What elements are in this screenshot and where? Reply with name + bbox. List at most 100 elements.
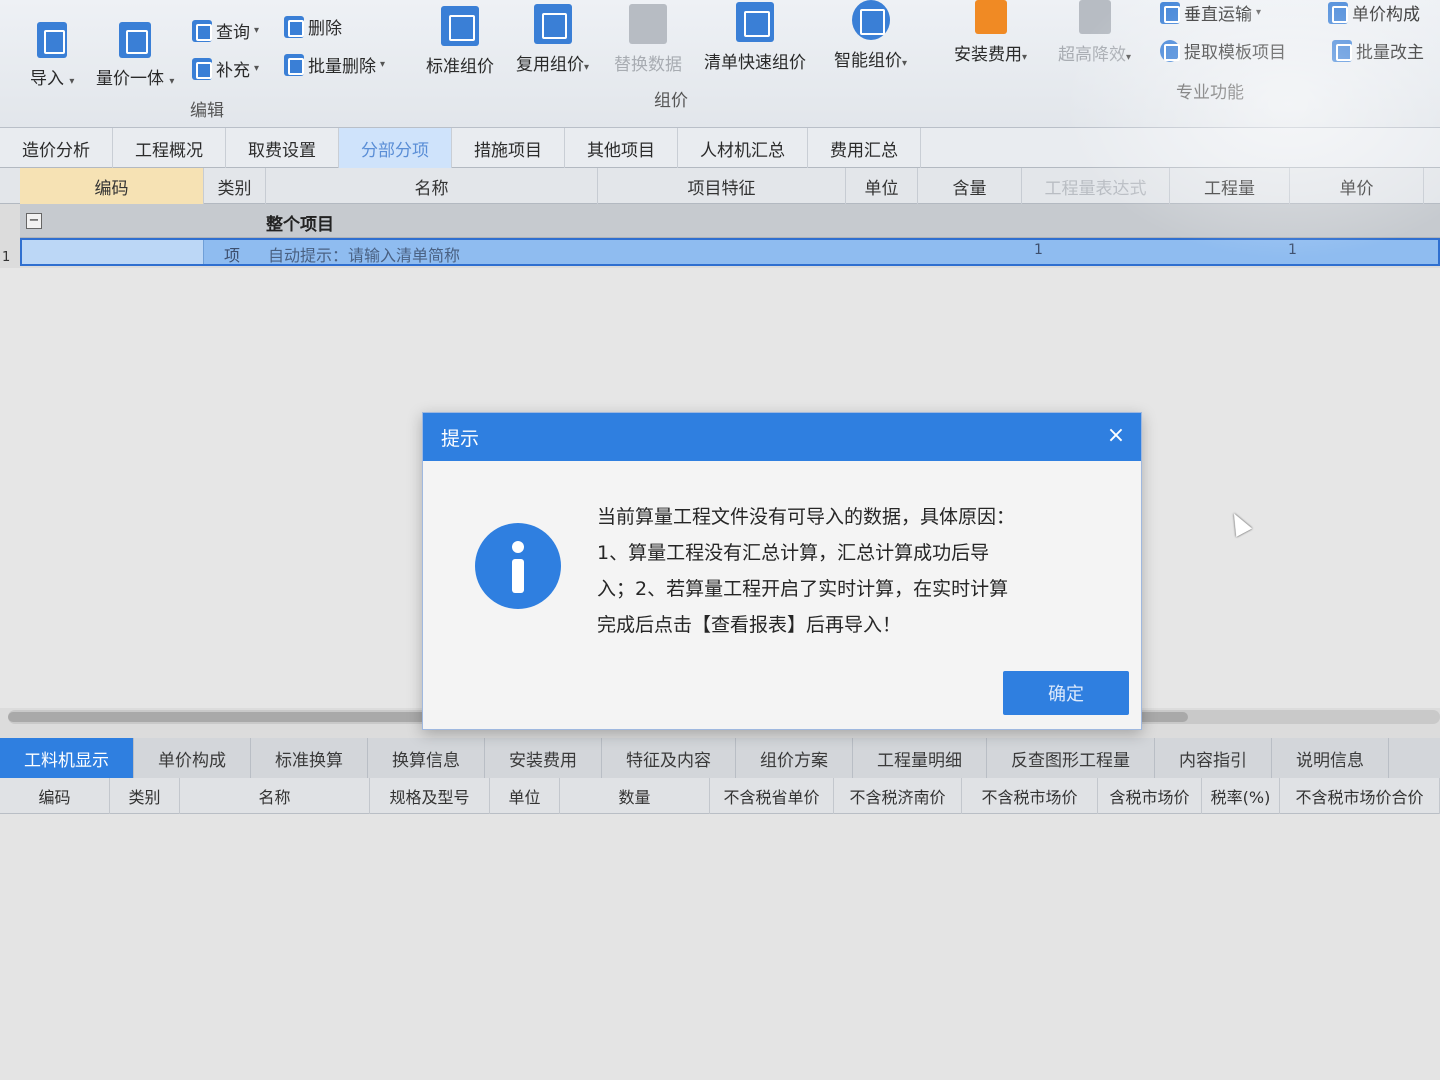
detail-grid-header: 编码 类别 名称 规格及型号 单位 数量 不含税省单价 不含税济南价 不含税市场… (0, 778, 1440, 814)
col-header-name[interactable]: 名称 (266, 168, 598, 204)
tab-features-content[interactable]: 特征及内容 (602, 738, 736, 778)
tab-install-fee[interactable]: 安装费用 (485, 738, 602, 778)
batch-delete-icon (284, 53, 304, 76)
dialog-message-line: 完成后点击【查看报表】后再导入！ (597, 614, 902, 636)
tab-unit-price-comp[interactable]: 单价构成 (134, 738, 251, 778)
col-header-price[interactable]: 单价 (1290, 168, 1424, 204)
dialog-message: 当前算量工程文件没有可导入的数据，具体原因： 1、算量工程没有汇总计算，汇总计算… (597, 499, 1087, 643)
import-icon (37, 22, 68, 58)
install-fee-button[interactable]: 安装费用▾ (954, 0, 1027, 65)
qty-cell[interactable]: 1 (1288, 242, 1297, 258)
tab-project-overview[interactable]: 工程概况 (113, 128, 226, 168)
detail-col-no-tax-market-total[interactable]: 不含税市场价合价 (1280, 778, 1440, 814)
detail-col-tax-market[interactable]: 含税市场价 (1098, 778, 1202, 814)
extract-template-icon (1160, 39, 1180, 62)
dialog-title: 提示 (441, 427, 480, 450)
tab-other-items[interactable]: 其他项目 (565, 128, 678, 168)
supplement-button[interactable]: 补充 ▾ (192, 56, 259, 81)
group-row-whole-project[interactable]: − 整个项目 (20, 204, 1440, 238)
dialog-message-line: 1、算量工程没有汇总计算，汇总计算成功后导 (597, 542, 990, 564)
col-header-qty[interactable]: 工程量 (1170, 168, 1290, 204)
batch-delete-button[interactable]: 批量删除 ▾ (284, 52, 385, 77)
tab-labor-material-summary[interactable]: 人材机汇总 (678, 128, 808, 168)
qty-price-icon (119, 22, 152, 58)
tab-measures[interactable]: 措施项目 (452, 128, 565, 168)
detail-col-tax-rate[interactable]: 税率(%) (1202, 778, 1280, 814)
replace-data-button[interactable]: 替换数据 (614, 4, 682, 75)
unit-price-comp-button[interactable]: 单价构成 (1328, 0, 1420, 25)
row-number: 1 (2, 250, 11, 265)
name-cell-hint[interactable]: 自动提示：请输入清单简称 (268, 242, 460, 266)
kind-cell[interactable]: 项 (224, 242, 240, 266)
tab-cost-analysis[interactable]: 造价分析 (0, 128, 113, 168)
info-dialog: 提示 × 当前算量工程文件没有可导入的数据，具体原因： 1、算量工程没有汇总计算… (422, 412, 1142, 730)
query-icon (192, 19, 212, 42)
detail-col-code[interactable]: 编码 (0, 778, 110, 814)
extract-template-button[interactable]: 提取模板项目 (1160, 38, 1286, 63)
smart-pricing-icon (851, 0, 890, 40)
content-cell[interactable]: 1 (1034, 242, 1043, 258)
query-button[interactable]: 查询 ▾ (192, 18, 259, 43)
quick-pricing-icon (736, 2, 774, 42)
detail-col-qty[interactable]: 数量 (560, 778, 710, 814)
tab-fee-summary[interactable]: 费用汇总 (808, 128, 921, 168)
qty-price-button[interactable]: 量价一体 ▾ (96, 22, 174, 89)
unit-price-comp-icon (1328, 1, 1348, 24)
pricing-group-label: 组价 (654, 91, 688, 111)
tab-content-guide[interactable]: 内容指引 (1155, 738, 1272, 778)
close-icon[interactable]: × (1103, 423, 1129, 449)
standard-pricing-icon (441, 6, 479, 46)
tab-pricing-scheme[interactable]: 组价方案 (736, 738, 853, 778)
col-header-unit[interactable]: 单位 (846, 168, 918, 204)
detail-col-no-tax-jinan[interactable]: 不含税济南价 (834, 778, 962, 814)
table-row-selected[interactable]: 项 自动提示：请输入清单简称 1 1 (20, 238, 1440, 266)
tab-reverse-graphic-qty[interactable]: 反查图形工程量 (987, 738, 1155, 778)
dialog-titlebar[interactable]: 提示 × (423, 413, 1141, 461)
vertical-transport-icon (1160, 1, 1180, 24)
batch-change-icon (1332, 39, 1352, 62)
dialog-message-line: 入；2、若算量工程开启了实时计算，在实时计算 (597, 578, 1009, 600)
vertical-transport-button[interactable]: 垂直运输 ▾ (1160, 0, 1261, 25)
tab-standard-conversion[interactable]: 标准换算 (251, 738, 368, 778)
install-fee-icon (974, 0, 1007, 34)
detail-col-kind[interactable]: 类别 (110, 778, 180, 814)
col-header-code[interactable]: 编码 (20, 168, 204, 204)
detail-col-no-tax-market[interactable]: 不含税市场价 (962, 778, 1098, 814)
tab-fee-settings[interactable]: 取费设置 (226, 128, 339, 168)
detail-tab-bar: 工料机显示 单价构成 标准换算 换算信息 安装费用 特征及内容 组价方案 工程量… (0, 738, 1440, 778)
tab-conversion-info[interactable]: 换算信息 (368, 738, 485, 778)
collapse-icon[interactable]: − (26, 213, 42, 229)
detail-col-no-tax-prov[interactable]: 不含税省单价 (710, 778, 834, 814)
detail-col-spec[interactable]: 规格及型号 (370, 778, 490, 814)
info-icon (475, 523, 561, 609)
replace-data-icon (629, 4, 667, 44)
col-header-kind[interactable]: 类别 (204, 168, 266, 204)
tab-description-info[interactable]: 说明信息 (1272, 738, 1389, 778)
batch-change-button[interactable]: 批量改主 (1332, 38, 1424, 63)
tab-sub-items[interactable]: 分部分项 (339, 128, 452, 168)
import-button[interactable]: 导入 ▾ (30, 22, 74, 89)
pro-func-group-label: 专业功能 (1176, 83, 1244, 103)
dialog-message-line: 当前算量工程文件没有可导入的数据，具体原因： (597, 506, 1016, 528)
standard-pricing-button[interactable]: 标准组价 (426, 6, 494, 77)
detail-col-unit[interactable]: 单位 (490, 778, 560, 814)
code-cell[interactable] (22, 240, 204, 264)
tab-material-display[interactable]: 工料机显示 (0, 738, 134, 778)
super-height-button[interactable]: 超高降效▾ (1058, 0, 1131, 65)
col-header-expr[interactable]: 工程量表达式 (1022, 168, 1170, 204)
detail-grid-body (0, 814, 1440, 1080)
quick-pricing-button[interactable]: 清单快速组价 (704, 2, 806, 73)
col-header-feature[interactable]: 项目特征 (598, 168, 846, 204)
import-label: 导入 (30, 69, 64, 89)
col-header-content[interactable]: 含量 (918, 168, 1022, 204)
main-tab-bar: 造价分析 工程概况 取费设置 分部分项 措施项目 其他项目 人材机汇总 费用汇总 (0, 128, 1440, 168)
reuse-pricing-button[interactable]: 复用组价▾ (516, 4, 589, 75)
super-height-icon (1078, 0, 1111, 34)
delete-button[interactable]: 删除 (284, 14, 342, 39)
ribbon-toolbar: 导入 ▾ 量价一体 ▾ 查询 ▾ 删除 补充 ▾ 批量删除 ▾ 编辑 标准组价 复用组… (0, 0, 1440, 128)
edit-group-label: 编辑 (190, 101, 224, 121)
smart-pricing-button[interactable]: 智能组价▾ (834, 0, 907, 71)
detail-col-name[interactable]: 名称 (180, 778, 370, 814)
ok-button[interactable]: 确定 (1003, 671, 1129, 715)
tab-qty-detail[interactable]: 工程量明细 (853, 738, 987, 778)
